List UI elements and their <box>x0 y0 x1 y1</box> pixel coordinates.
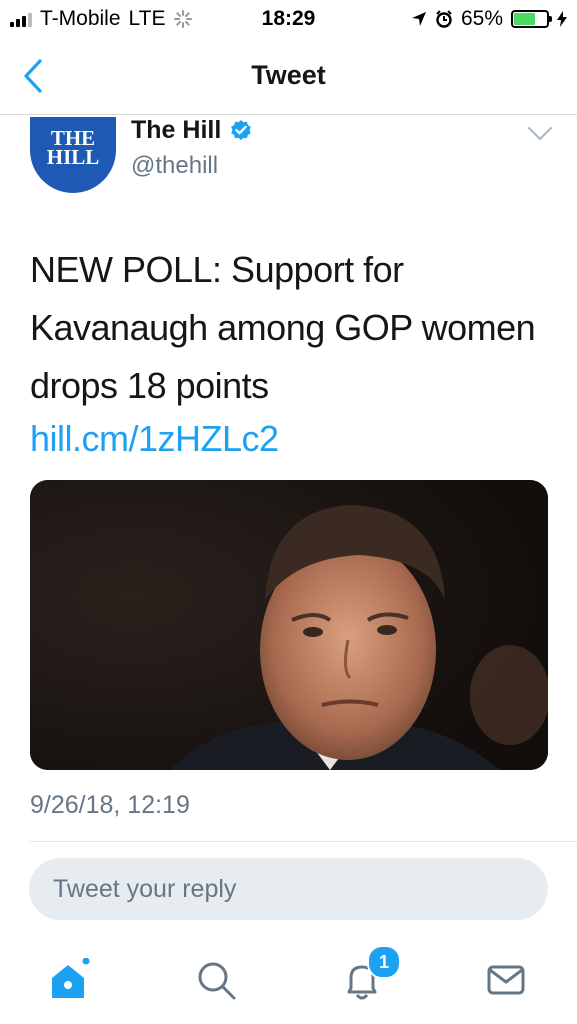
reply-input[interactable]: Tweet your reply <box>29 858 548 920</box>
battery-percent: 65% <box>460 7 503 30</box>
location-arrow-icon <box>411 12 426 26</box>
status-right: 65% <box>411 7 567 31</box>
verified-badge-icon <box>231 119 252 140</box>
divider <box>30 841 577 842</box>
chevron-down-icon[interactable] <box>527 126 553 142</box>
page-title: Tweet <box>251 60 326 90</box>
home-icon[interactable] <box>46 958 90 1002</box>
tab-bar <box>0 940 577 1024</box>
search-icon[interactable] <box>194 958 238 1002</box>
tweet-link[interactable]: hill.cm/1zHZLc2 <box>30 415 279 463</box>
author-name[interactable]: The Hill <box>131 116 221 145</box>
avatar[interactable]: THE HILL <box>30 117 116 193</box>
author-handle[interactable]: @thehill <box>131 152 218 180</box>
charging-bolt-icon <box>557 11 567 27</box>
avatar-logo: THE HILL <box>46 126 100 169</box>
tweet-photo[interactable] <box>30 480 548 770</box>
tweet-text: NEW POLL: Support for Kavanaugh among GO… <box>30 249 536 406</box>
notifications-badge: 1 <box>367 945 401 979</box>
alarm-icon <box>436 10 452 28</box>
messages-envelope-icon[interactable] <box>484 958 528 1002</box>
author-name-row[interactable]: The Hill <box>131 116 253 145</box>
photo-illustration <box>30 480 548 770</box>
status-bar: T-Mobile LTE 18:29 65% <box>0 0 577 38</box>
tweet-timestamp: 9/26/18, 12:19 <box>30 791 190 819</box>
navigation-bar: Tweet <box>0 38 577 115</box>
battery-icon <box>511 10 552 28</box>
